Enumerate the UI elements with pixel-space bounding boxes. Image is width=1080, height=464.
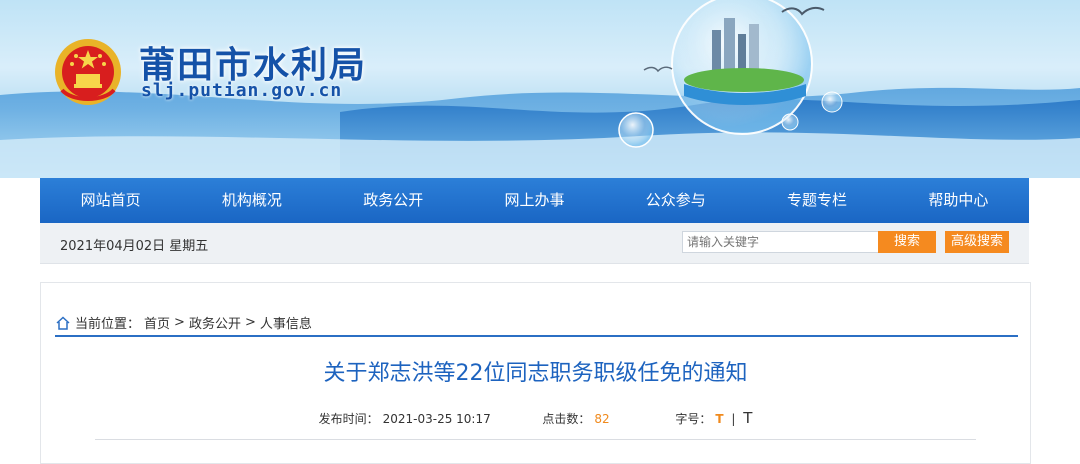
article-title: 关于郑志洪等22位同志职务职级任免的通知 xyxy=(323,361,748,386)
nav-item-special-topics[interactable]: 专题专栏 xyxy=(746,178,887,223)
article-panel: 当前位置： 首页 > 政务公开 > 人事信息 关于郑志洪等22位同志职务职级任免… xyxy=(40,282,1031,464)
breadcrumb-divider xyxy=(55,335,1018,337)
font-size-large-button[interactable]: T xyxy=(743,409,752,427)
views-label: 点击数： xyxy=(542,412,591,426)
nav-item-public-participation[interactable]: 公众参与 xyxy=(605,178,746,223)
nav-item-home[interactable]: 网站首页 xyxy=(40,178,181,223)
home-icon xyxy=(56,315,70,330)
national-emblem-icon xyxy=(55,39,121,105)
breadcrumb: 当前位置： 首页 > 政务公开 > 人事信息 xyxy=(55,313,312,332)
breadcrumb-separator: > xyxy=(244,315,256,330)
breadcrumb-government-affairs-link[interactable]: 政务公开 xyxy=(189,313,241,332)
meta-divider xyxy=(95,439,976,440)
site-domain: slj.putian.gov.cn xyxy=(141,80,343,101)
font-size-label: 字号： xyxy=(675,412,712,426)
nav-item-online-services[interactable]: 网上办事 xyxy=(464,178,605,223)
font-size-divider: | xyxy=(731,412,736,426)
advanced-search-button[interactable]: 高级搜索 xyxy=(945,231,1009,253)
views-count: 82 xyxy=(594,412,610,426)
search-input[interactable] xyxy=(682,231,884,253)
font-size-small-button[interactable]: T xyxy=(715,412,723,426)
date-search-bar: 2021年04月02日 星期五 搜索 高级搜索 xyxy=(40,223,1029,264)
breadcrumb-home-link[interactable]: 首页 xyxy=(144,313,170,332)
current-date: 2021年04月02日 星期五 xyxy=(60,239,209,254)
article-meta: 发布时间： 2021-03-25 10:17 点击数： 82 字号： T | T xyxy=(41,409,1030,427)
breadcrumb-prefix: 当前位置： xyxy=(75,317,141,332)
publish-time-label: 发布时间： xyxy=(318,412,379,426)
breadcrumb-separator: > xyxy=(174,315,185,330)
search-button[interactable]: 搜索 xyxy=(878,231,936,253)
nav-item-help-center[interactable]: 帮助中心 xyxy=(888,178,1029,223)
nav-item-government-affairs[interactable]: 政务公开 xyxy=(323,178,464,223)
publish-time: 2021-03-25 10:17 xyxy=(382,412,491,426)
nav-item-organization[interactable]: 机构概况 xyxy=(181,178,322,223)
header-banner: 莆田市水利局 slj.putian.gov.cn xyxy=(0,0,1080,178)
breadcrumb-personnel-link[interactable]: 人事信息 xyxy=(260,313,312,332)
main-nav: 网站首页 机构概况 政务公开 网上办事 公众参与 专题专栏 帮助中心 xyxy=(40,178,1029,223)
